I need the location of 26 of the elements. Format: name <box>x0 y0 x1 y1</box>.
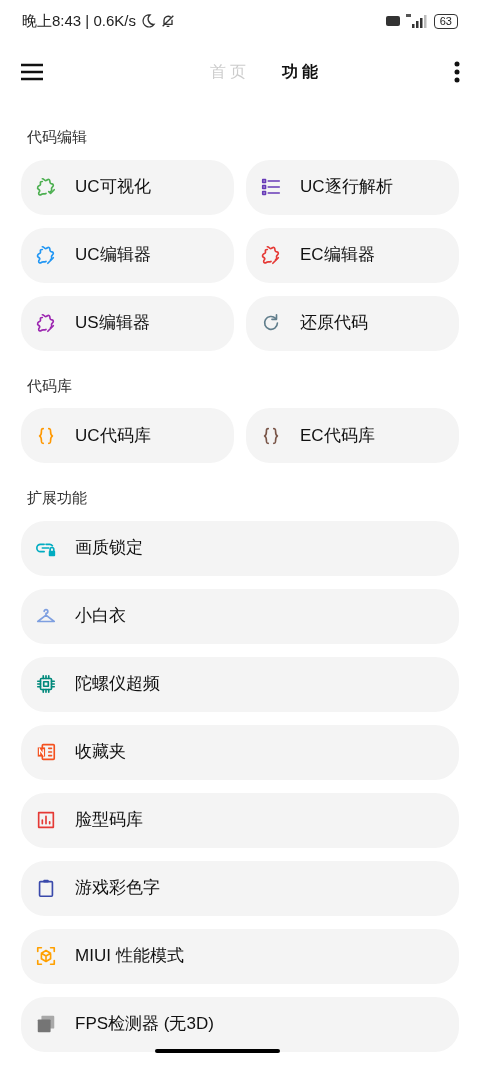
feature-button[interactable]: 还原代码 <box>246 295 459 351</box>
feature-button[interactable]: 陀螺仪超频 <box>21 656 459 712</box>
feature-button[interactable]: EC编辑器 <box>246 227 459 283</box>
feature-button[interactable]: UC逐行解析 <box>246 159 459 215</box>
feature-button[interactable]: UC可视化 <box>21 159 234 215</box>
section-title: 代码库 <box>26 375 73 396</box>
feature-button[interactable]: UC代码库 <box>21 408 234 463</box>
feature-button[interactable]: US编辑器 <box>21 295 234 351</box>
menu-icon[interactable] <box>20 63 44 81</box>
feature-button[interactable]: UC编辑器 <box>21 227 234 283</box>
feature-button[interactable]: FPS检测器 (无3D) <box>21 996 459 1052</box>
tab[interactable]: 功 能 <box>282 60 319 84</box>
feature-button[interactable]: EC代码库 <box>246 408 459 463</box>
section-title: 代码编辑 <box>26 127 88 147</box>
section-title: 扩展功能 <box>26 488 88 508</box>
feature-button[interactable]: 画质锁定 <box>21 520 459 576</box>
battery-icon: 63 <box>433 13 458 29</box>
feature-button[interactable]: MIUI 性能模式 <box>21 928 459 984</box>
feature-button[interactable]: 收藏夹 <box>21 724 459 780</box>
more-options-icon[interactable] <box>454 61 460 83</box>
moon-icon <box>139 13 156 29</box>
feature-button[interactable]: 游戏彩色字 <box>21 860 459 916</box>
signal-icon <box>405 14 428 28</box>
feature-button[interactable]: 脸型码库 <box>21 792 459 848</box>
status-text: 晚上8:43 | 0.6K/s <box>22 10 136 31</box>
feature-button[interactable]: 小白衣 <box>21 588 459 644</box>
